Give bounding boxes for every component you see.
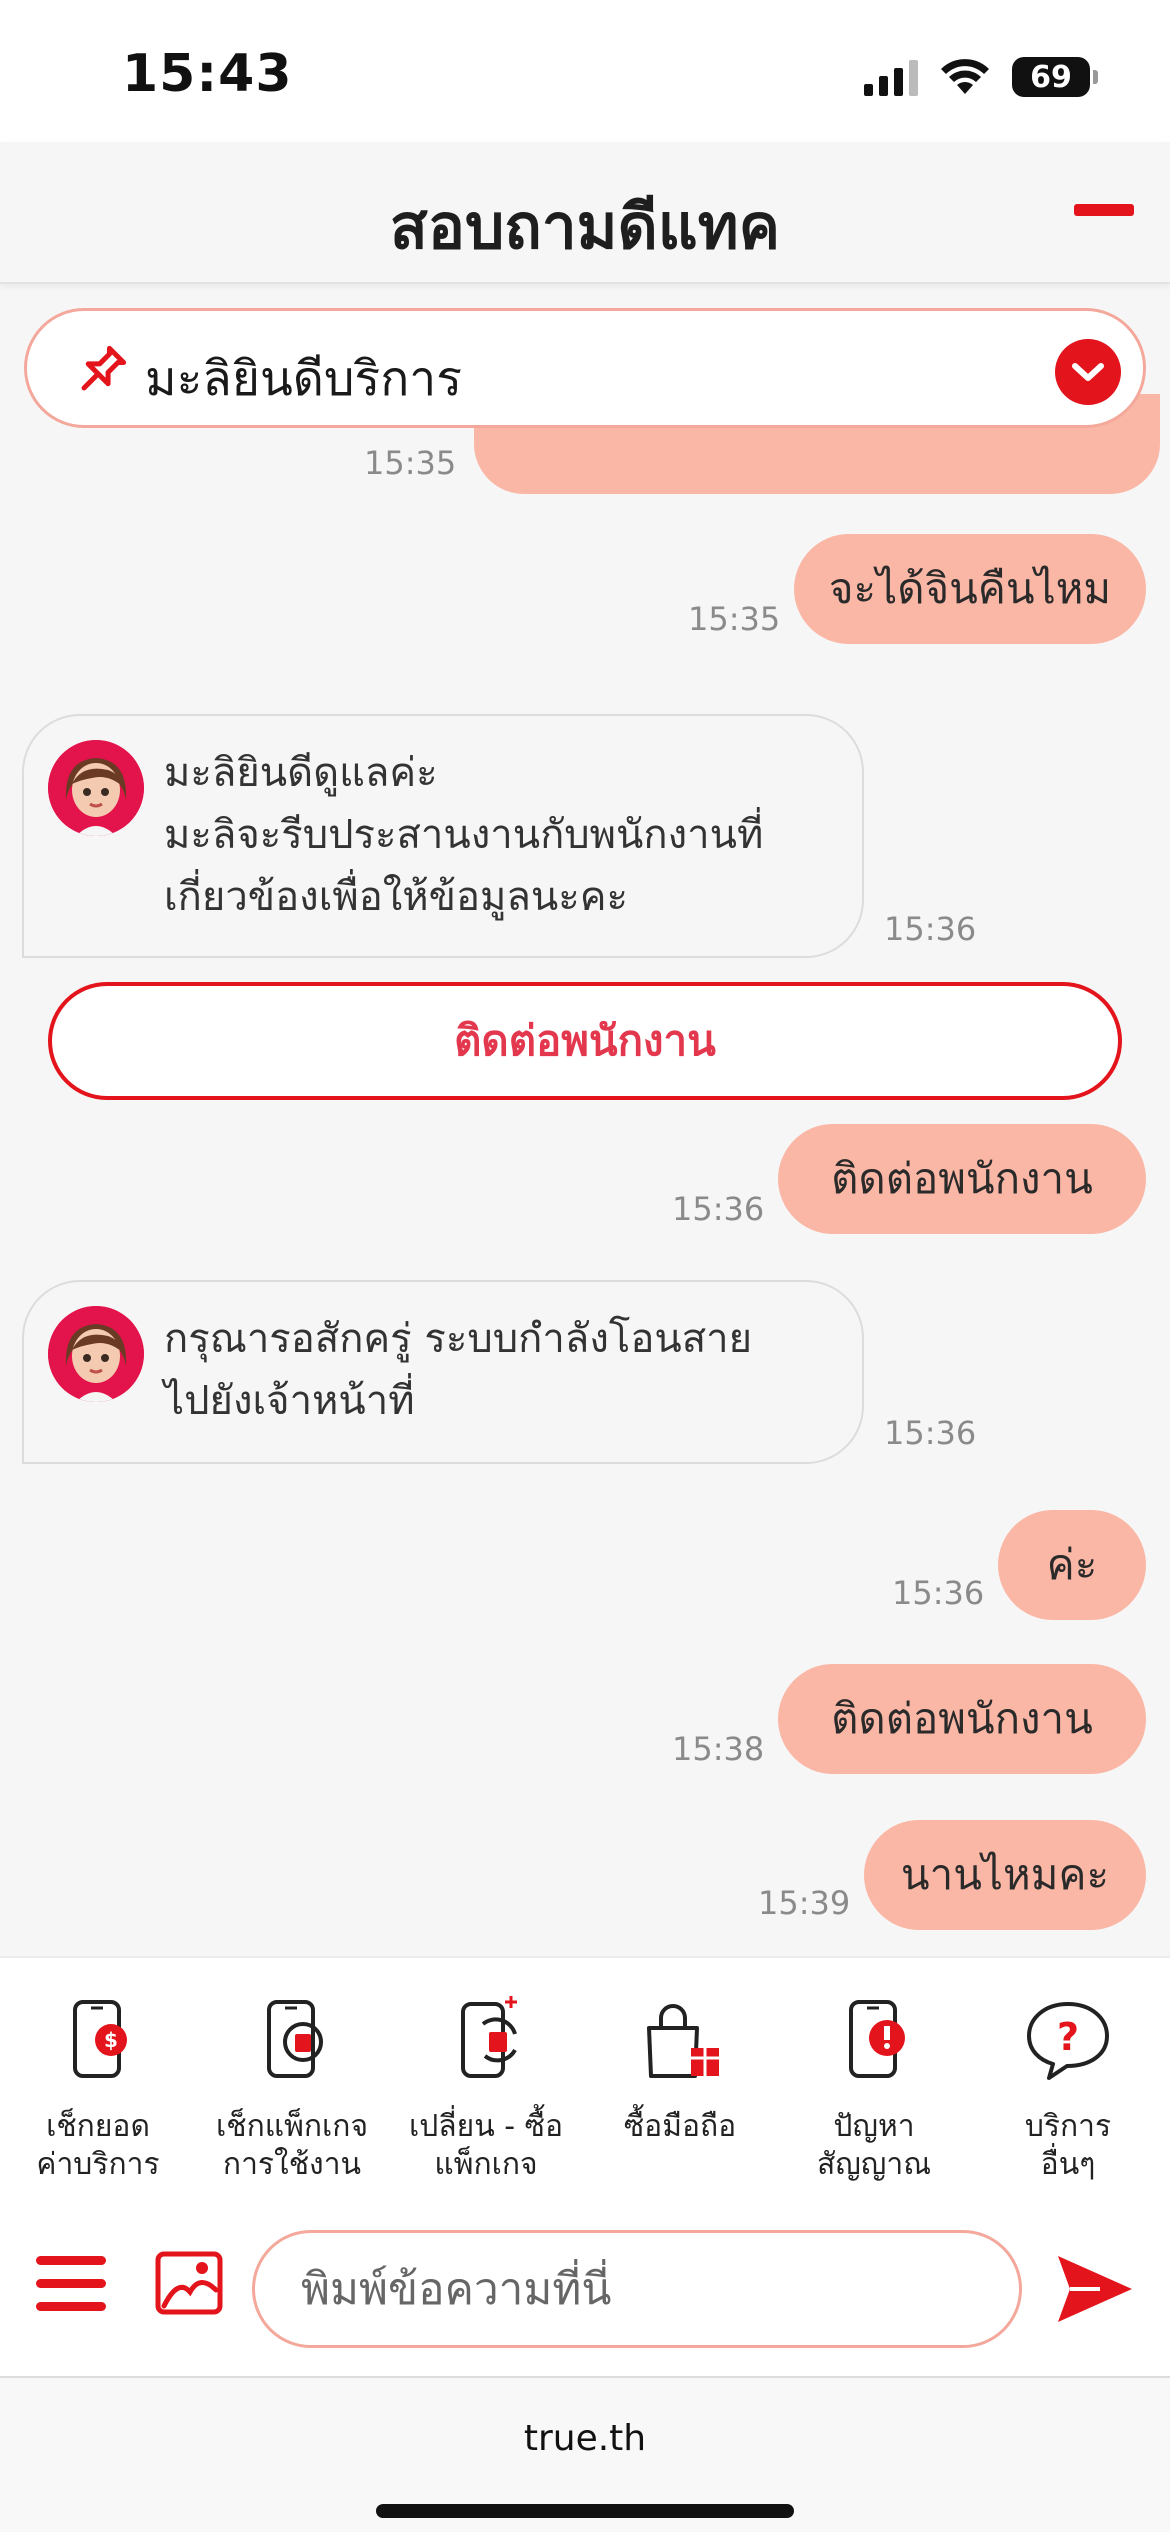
message-time: 15:36: [884, 910, 977, 948]
cellular-signal-icon: [864, 58, 918, 96]
bot-avatar: [48, 740, 144, 836]
page-title: สอบถามดีแทค: [389, 190, 781, 263]
status-time: 15:43: [122, 44, 293, 104]
minimize-icon[interactable]: [1074, 204, 1134, 216]
send-icon[interactable]: [1056, 2252, 1134, 2326]
hamburger-menu-icon[interactable]: [36, 2256, 106, 2314]
browser-url[interactable]: true.th: [0, 2418, 1170, 2459]
battery-icon: 69: [1012, 57, 1098, 97]
message-input[interactable]: [252, 2230, 1022, 2348]
wifi-icon: [941, 59, 989, 94]
bot-message-bubble: กรุณารอสักครู่ ระบบกำลังโอนสาย ไปยังเจ้า…: [22, 1280, 864, 1464]
quick-menu-buy-phone[interactable]: ซื้อมือถือ: [590, 1994, 770, 2146]
message-time: 15:36: [884, 1414, 977, 1452]
chat-header: สอบถามดีแทค: [0, 142, 1170, 284]
battery-level: 69: [1030, 59, 1072, 95]
status-icons: 69: [864, 52, 1098, 102]
pinned-title: มะลิยินดีบริการ: [145, 351, 462, 407]
phone-alert-icon: [849, 2000, 905, 2078]
svg-text:?: ?: [1057, 2015, 1079, 2059]
message-time: 15:36: [672, 1190, 765, 1228]
phone-sim-swap-icon: [461, 1996, 517, 2078]
shopping-bag-icon: [647, 2004, 719, 2078]
bot-message-text: มะลิยินดีดูแลค่ะ มะลิจะรีบประสานงานกับพน…: [164, 750, 764, 920]
user-message-bubble: ติดต่อพนักงาน: [778, 1664, 1146, 1774]
bot-message-bubble: มะลิยินดีดูแลค่ะ มะลิจะรีบประสานงานกับพน…: [22, 714, 864, 958]
user-message-bubble: ค่ะ: [998, 1510, 1146, 1620]
message-time: 15:36: [892, 1574, 985, 1612]
message-time: 15:35: [688, 600, 781, 638]
user-message-bubble: นานไหมคะ: [864, 1820, 1146, 1930]
quick-menu: $ เช็กยอด ค่าบริการ เช็กแพ็กเกจ การใช้งาน: [0, 1956, 1170, 2196]
quick-menu-signal-problem[interactable]: ปัญหา สัญญาณ: [784, 1994, 964, 2184]
chat-screen: 15:43 69 สอบถามดีแทค มะลิยินดีบริการ 15:…: [0, 0, 1170, 2532]
status-bar: 15:43 69: [0, 0, 1170, 142]
chat-area[interactable]: มะลิยินดีบริการ 15:35 จะได้จินคืนไหม 15:…: [0, 284, 1170, 1956]
bot-message-text: กรุณารอสักครู่ ระบบกำลังโอนสาย ไปยังเจ้า…: [164, 1316, 753, 1424]
phone-bill-icon: $: [73, 2000, 127, 2078]
phone-sim-icon: [267, 2000, 323, 2078]
contact-agent-button[interactable]: ติดต่อพนักงาน: [48, 982, 1122, 1100]
message-input-bar: [0, 2196, 1170, 2376]
image-upload-icon[interactable]: [154, 2248, 224, 2318]
user-message-bubble: จะได้จินคืนไหม: [794, 534, 1146, 644]
message-time: 15:38: [672, 1730, 765, 1768]
quick-menu-check-package[interactable]: เช็กแพ็กเกจ การใช้งาน: [202, 1994, 382, 2184]
message-time: 15:35: [364, 444, 457, 482]
user-message-bubble: ติดต่อพนักงาน: [778, 1124, 1146, 1234]
pinned-banner[interactable]: มะลิยินดีบริการ: [24, 308, 1146, 428]
quick-menu-check-bill[interactable]: $ เช็กยอด ค่าบริการ: [8, 1994, 188, 2184]
browser-bottom-bar: true.th: [0, 2376, 1170, 2532]
message-time: 15:39: [758, 1884, 851, 1922]
pin-icon: [81, 345, 127, 391]
home-indicator[interactable]: [376, 2504, 794, 2518]
quick-menu-change-package[interactable]: เปลี่ยน - ซื้อ แพ็กเกจ: [396, 1994, 576, 2184]
quick-menu-other-services[interactable]: ? บริการ อื่นๆ: [978, 1994, 1158, 2184]
bot-avatar: [48, 1306, 144, 1402]
question-bubble-icon: ?: [1027, 2002, 1109, 2080]
svg-text:$: $: [104, 2028, 118, 2052]
chevron-down-icon[interactable]: [1055, 339, 1121, 405]
